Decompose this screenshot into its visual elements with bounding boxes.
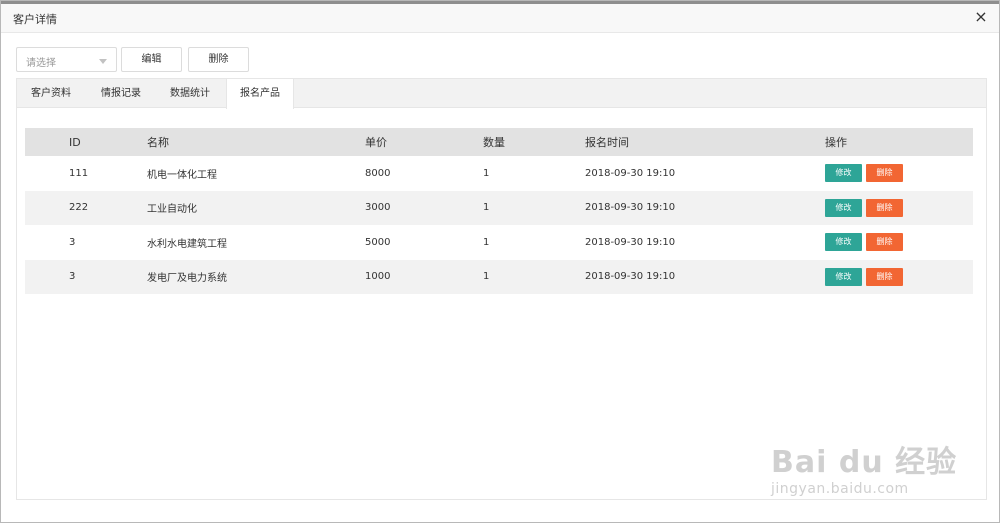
cell-price: 3000 [365, 190, 483, 225]
col-header-ops: 操作 [825, 128, 973, 156]
cell-name: 水利水电建筑工程 [145, 225, 365, 260]
cell-qty: 1 [483, 259, 585, 294]
cell-name: 发电厂及电力系统 [145, 259, 365, 294]
row-delete-button[interactable]: 删除 [866, 233, 903, 252]
col-header-time: 报名时间 [585, 128, 825, 156]
row-edit-button[interactable]: 修改 [825, 267, 862, 286]
chevron-down-icon [99, 59, 107, 64]
tab-intel-records[interactable]: 情报记录 [87, 79, 155, 108]
cell-price: 8000 [365, 156, 483, 191]
watermark-url: jingyan.baidu.com [771, 481, 909, 497]
cell-name: 工业自动化 [145, 190, 365, 225]
cell-price: 5000 [365, 225, 483, 260]
tab-registered-products[interactable]: 报名产品 [226, 79, 294, 109]
col-header-qty: 数量 [483, 128, 585, 156]
close-icon[interactable]: × [973, 9, 989, 25]
row-delete-button[interactable]: 删除 [866, 164, 903, 183]
cell-id: 222 [25, 190, 145, 225]
tab-customer-info[interactable]: 客户资料 [17, 79, 85, 108]
cell-id: 3 [25, 225, 145, 260]
cell-time: 2018-09-30 19:10 [585, 190, 825, 225]
cell-id: 3 [25, 259, 145, 294]
col-header-name: 名称 [145, 128, 365, 156]
cell-time: 2018-09-30 19:10 [585, 259, 825, 294]
delete-button[interactable]: 删除 [188, 47, 249, 72]
tab-bar: 客户资料 情报记录 数据统计 报名产品 [17, 79, 986, 109]
cell-time: 2018-09-30 19:10 [585, 156, 825, 191]
watermark-brand: Bai du 经验 [771, 445, 958, 480]
tab-data-stats[interactable]: 数据统计 [156, 79, 224, 108]
table-row: 3 水利水电建筑工程 5000 1 2018-09-30 19:10 修改 删除 [25, 225, 973, 260]
cell-qty: 1 [483, 190, 585, 225]
cell-ops: 修改 删除 [825, 190, 973, 225]
row-edit-button[interactable]: 修改 [825, 233, 862, 252]
customer-detail-dialog: 客户详情 × 请选择 编辑 删除 客户资料 情报记录 数据统计 报名产品 ID … [0, 0, 1000, 523]
cell-ops: 修改 删除 [825, 156, 973, 191]
row-edit-button[interactable]: 修改 [825, 164, 862, 183]
cell-qty: 1 [483, 156, 585, 191]
cell-ops: 修改 删除 [825, 259, 973, 294]
products-table: ID 名称 单价 数量 报名时间 操作 111 机电一体化工程 8000 1 2 [25, 128, 973, 294]
cell-id: 111 [25, 156, 145, 191]
select-placeholder: 请选择 [26, 58, 56, 69]
cell-qty: 1 [483, 225, 585, 260]
row-delete-button[interactable]: 删除 [866, 267, 903, 286]
table-row: 3 发电厂及电力系统 1000 1 2018-09-30 19:10 修改 删除 [25, 259, 973, 294]
row-edit-button[interactable]: 修改 [825, 198, 862, 217]
table-header-row: ID 名称 单价 数量 报名时间 操作 [25, 128, 973, 156]
status-select[interactable]: 请选择 [16, 47, 117, 72]
cell-price: 1000 [365, 259, 483, 294]
col-header-price: 单价 [365, 128, 483, 156]
baidu-jingyan-watermark: Bai du 经验 jingyan.baidu.com [771, 419, 961, 509]
row-delete-button[interactable]: 删除 [866, 198, 903, 217]
cell-name: 机电一体化工程 [145, 156, 365, 191]
dialog-title: 客户详情 [13, 13, 57, 26]
cell-time: 2018-09-30 19:10 [585, 225, 825, 260]
table-row: 222 工业自动化 3000 1 2018-09-30 19:10 修改 删除 [25, 190, 973, 225]
cell-ops: 修改 删除 [825, 225, 973, 260]
edit-button[interactable]: 编辑 [121, 47, 182, 72]
table-row: 111 机电一体化工程 8000 1 2018-09-30 19:10 修改 删除 [25, 156, 973, 191]
dialog-titlebar: 客户详情 × [1, 1, 999, 33]
col-header-id: ID [25, 128, 145, 156]
